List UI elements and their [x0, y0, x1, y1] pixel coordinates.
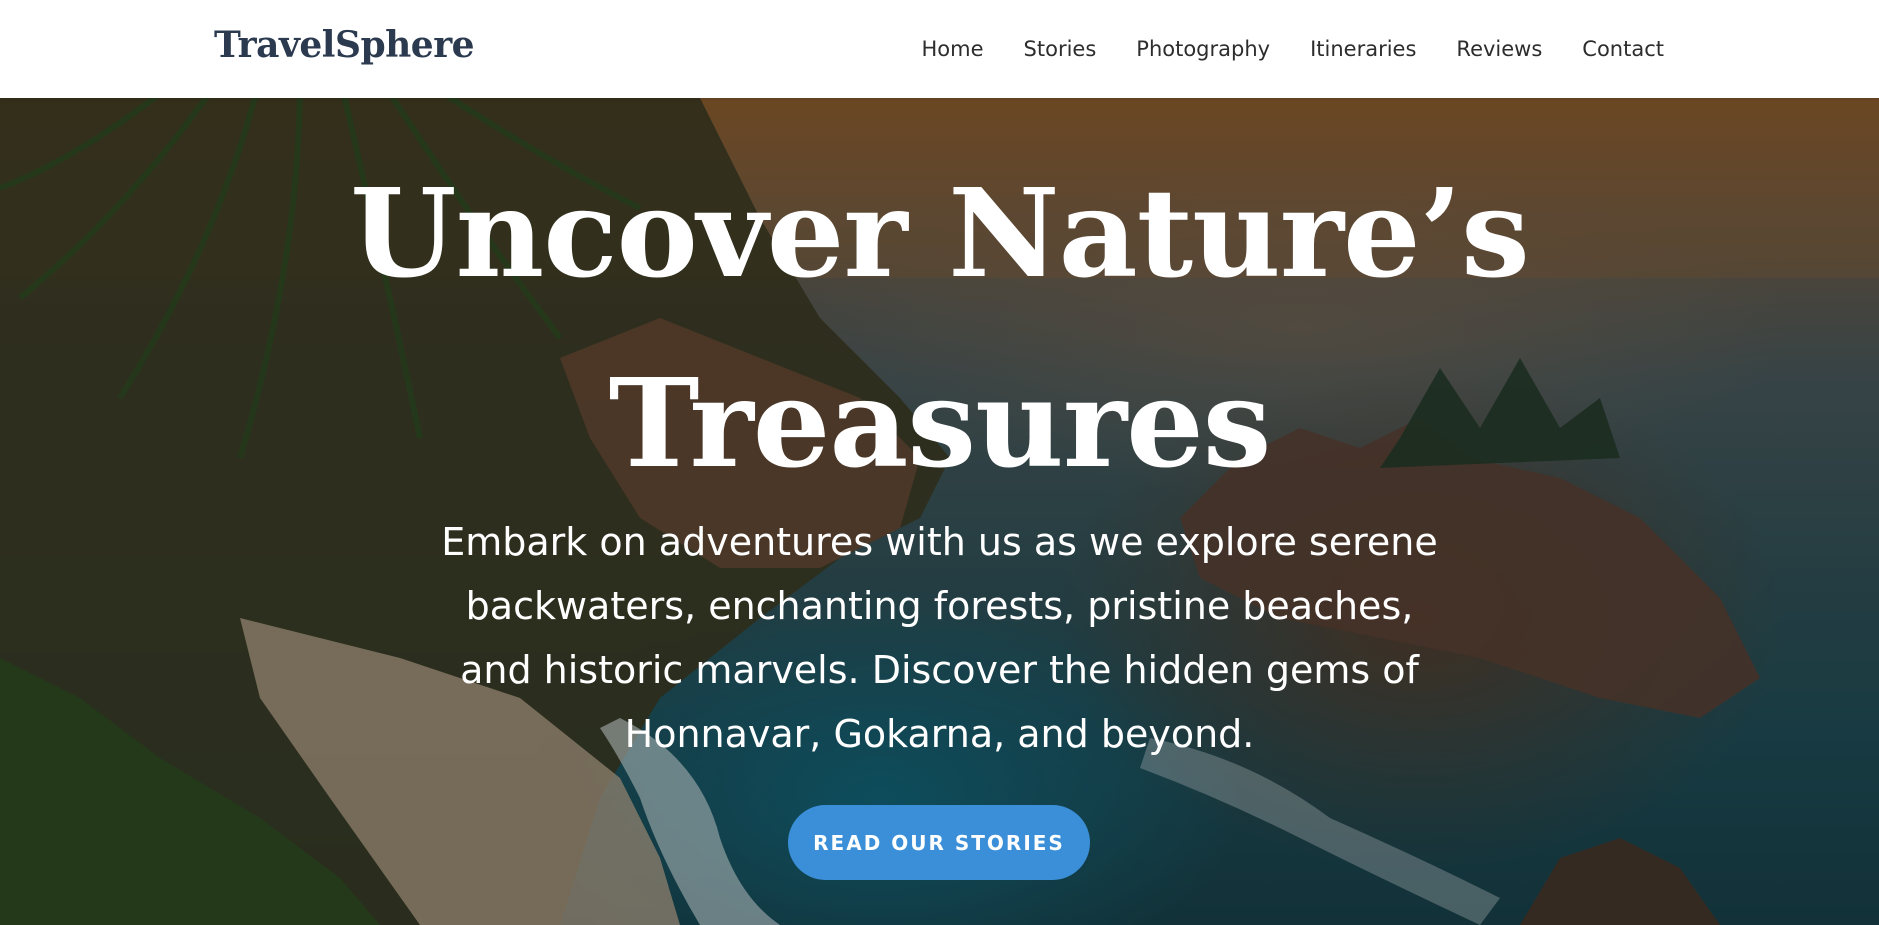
- nav-link-home[interactable]: Home: [922, 37, 984, 61]
- nav-link-itineraries[interactable]: Itineraries: [1310, 37, 1416, 61]
- nav-link-photography[interactable]: Photography: [1136, 37, 1270, 61]
- hero-title-line-1: Uncover Nature’s: [350, 161, 1530, 305]
- nav-link-contact[interactable]: Contact: [1582, 37, 1664, 61]
- nav-links: Home Stories Photography Itineraries Rev…: [882, 0, 1664, 98]
- hero-title-line-2: Treasures: [608, 351, 1272, 495]
- top-navigation-bar: TravelSphere Home Stories Photography It…: [0, 0, 1879, 98]
- hero-title: Uncover Nature’s Treasures: [0, 138, 1879, 518]
- nav-link-stories[interactable]: Stories: [1024, 37, 1097, 61]
- hero-description: Embark on adventures with us as we explo…: [441, 520, 1438, 756]
- hero-section: Uncover Nature’s Treasures Embark on adv…: [0, 98, 1879, 925]
- nav-link-reviews[interactable]: Reviews: [1456, 37, 1542, 61]
- brand-logo[interactable]: TravelSphere: [214, 24, 475, 66]
- read-our-stories-button[interactable]: READ OUR STORIES: [788, 805, 1090, 880]
